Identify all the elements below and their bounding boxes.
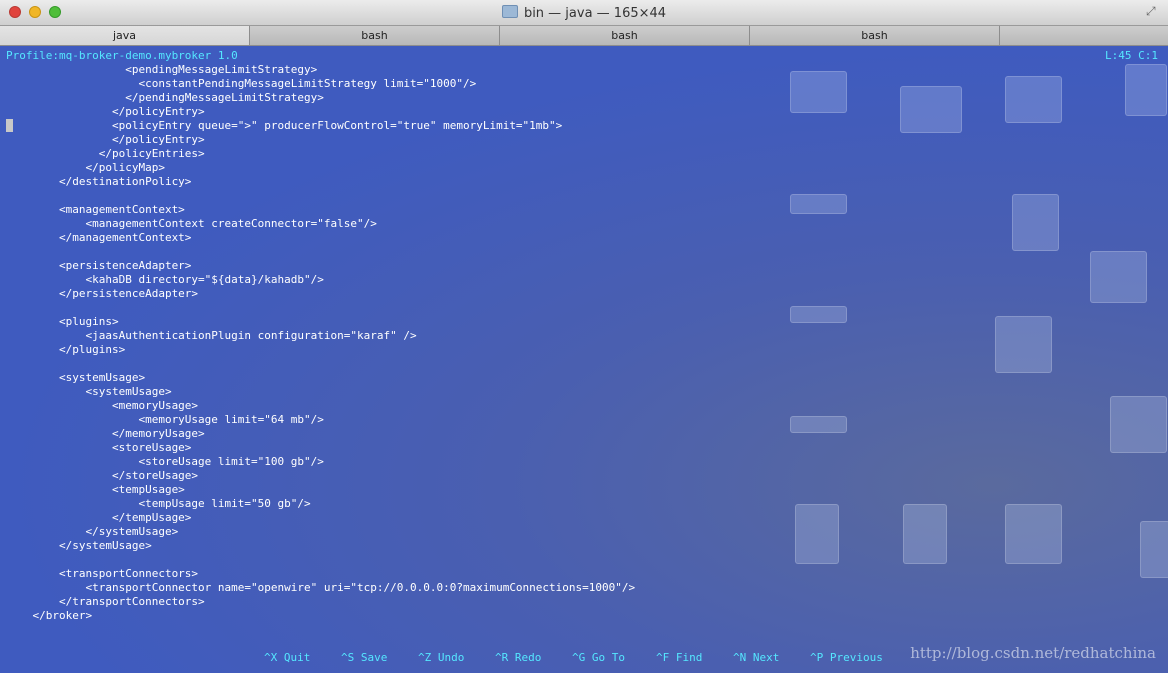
- code-line: </storeUsage>: [6, 469, 199, 482]
- code-line: <managementContext createConnector="fals…: [6, 217, 377, 230]
- code-line: <policyEntry queue=">" producerFlowContr…: [6, 119, 563, 132]
- code-line: </destinationPolicy>: [6, 175, 192, 188]
- desktop-file-icon: [790, 306, 847, 323]
- shortcut-save[interactable]: ^S Save: [341, 651, 418, 664]
- code-line: <tempUsage limit="50 gb"/>: [6, 497, 311, 510]
- terminal-view[interactable]: Profile:mq-broker-demo.mybroker 1.0 L:45…: [0, 46, 1168, 673]
- shortcut-bar: ^X Quit ^S Save ^Z Undo ^R Redo ^G Go To…: [264, 651, 883, 664]
- desktop-file-icon: [790, 416, 847, 433]
- window-title-text: bin — java — 165×44: [523, 6, 667, 21]
- code-line: <transportConnector name="openwire" uri=…: [6, 581, 636, 594]
- window-titlebar: bin — java — 165×44 ⤢: [0, 0, 1168, 26]
- editor-text-area[interactable]: <pendingMessageLimitStrategy> <constantP…: [6, 63, 635, 623]
- code-line: </systemUsage>: [6, 525, 179, 538]
- code-line: </pendingMessageLimitStrategy>: [6, 91, 324, 104]
- desktop-file-icon: [1125, 64, 1167, 116]
- window-title: bin — java — 165×44: [0, 5, 1168, 21]
- code-line: <plugins>: [6, 315, 119, 328]
- code-line: <jaasAuthenticationPlugin configuration=…: [6, 329, 417, 342]
- desktop-file-icon: [1005, 504, 1062, 564]
- tab-bash-3[interactable]: bash: [750, 26, 1000, 45]
- code-line: <systemUsage>: [6, 371, 146, 384]
- fullscreen-icon[interactable]: ⤢: [1146, 5, 1158, 17]
- code-line: </broker>: [6, 609, 93, 622]
- tab-bash-1[interactable]: bash: [250, 26, 500, 45]
- code-line: <constantPendingMessageLimitStrategy lim…: [6, 77, 477, 90]
- code-line: <pendingMessageLimitStrategy>: [6, 63, 318, 76]
- desktop-image-icon: [1090, 251, 1147, 303]
- code-line: </systemUsage>: [6, 539, 152, 552]
- code-line: <managementContext>: [6, 203, 185, 216]
- shortcut-redo[interactable]: ^R Redo: [495, 651, 572, 664]
- code-line: </policyEntry>: [6, 133, 205, 146]
- folder-icon: [501, 5, 518, 18]
- desktop-file-icon: [1140, 521, 1168, 578]
- tab-bar-empty-area: [1000, 26, 1168, 45]
- profile-label: Profile:mq-broker-demo.mybroker 1.0: [6, 49, 238, 62]
- code-line: <kahaDB directory="${data}/kahadb"/>: [6, 273, 324, 286]
- shortcut-undo[interactable]: ^Z Undo: [418, 651, 495, 664]
- desktop-file-icon: [795, 504, 839, 564]
- desktop-file-icon: [1012, 194, 1059, 251]
- code-line: <storeUsage limit="100 gb"/>: [6, 455, 324, 468]
- desktop-file-icon: [1110, 396, 1167, 453]
- shortcut-go-to[interactable]: ^G Go To: [572, 651, 656, 664]
- code-line: <memoryUsage>: [6, 399, 199, 412]
- code-line: </policyEntry>: [6, 105, 205, 118]
- code-line: </tempUsage>: [6, 511, 192, 524]
- desktop-file-icon: [790, 194, 847, 214]
- desktop-folder-icon: [900, 86, 962, 133]
- code-line: <systemUsage>: [6, 385, 172, 398]
- shortcut-next[interactable]: ^N Next: [733, 651, 810, 664]
- code-line: <memoryUsage limit="64 mb"/>: [6, 413, 324, 426]
- shortcut-quit[interactable]: ^X Quit: [264, 651, 341, 664]
- code-line: <persistenceAdapter>: [6, 259, 192, 272]
- desktop-file-icon: [903, 504, 947, 564]
- watermark-text: http://blog.csdn.net/redhatchina: [910, 644, 1156, 662]
- shortcut-previous[interactable]: ^P Previous: [810, 651, 883, 664]
- desktop-file-icon: [1005, 76, 1062, 123]
- tab-java[interactable]: java: [0, 26, 250, 45]
- code-line: </plugins>: [6, 343, 126, 356]
- code-line: </memoryUsage>: [6, 427, 205, 440]
- code-line: </managementContext>: [6, 231, 192, 244]
- cursor-position-indicator: L:45 C:1: [1105, 49, 1158, 62]
- code-line: <storeUsage>: [6, 441, 192, 454]
- code-line: </persistenceAdapter>: [6, 287, 199, 300]
- tab-bar: java bash bash bash: [0, 26, 1168, 46]
- code-line: <tempUsage>: [6, 483, 185, 496]
- desktop-file-icon: [995, 316, 1052, 373]
- shortcut-find[interactable]: ^F Find: [656, 651, 733, 664]
- tab-bash-2[interactable]: bash: [500, 26, 750, 45]
- code-line: <transportConnectors>: [6, 567, 199, 580]
- code-line: </transportConnectors>: [6, 595, 205, 608]
- desktop-file-icon: [790, 71, 847, 113]
- code-line: </policyEntries>: [6, 147, 205, 160]
- code-line: </policyMap>: [6, 161, 165, 174]
